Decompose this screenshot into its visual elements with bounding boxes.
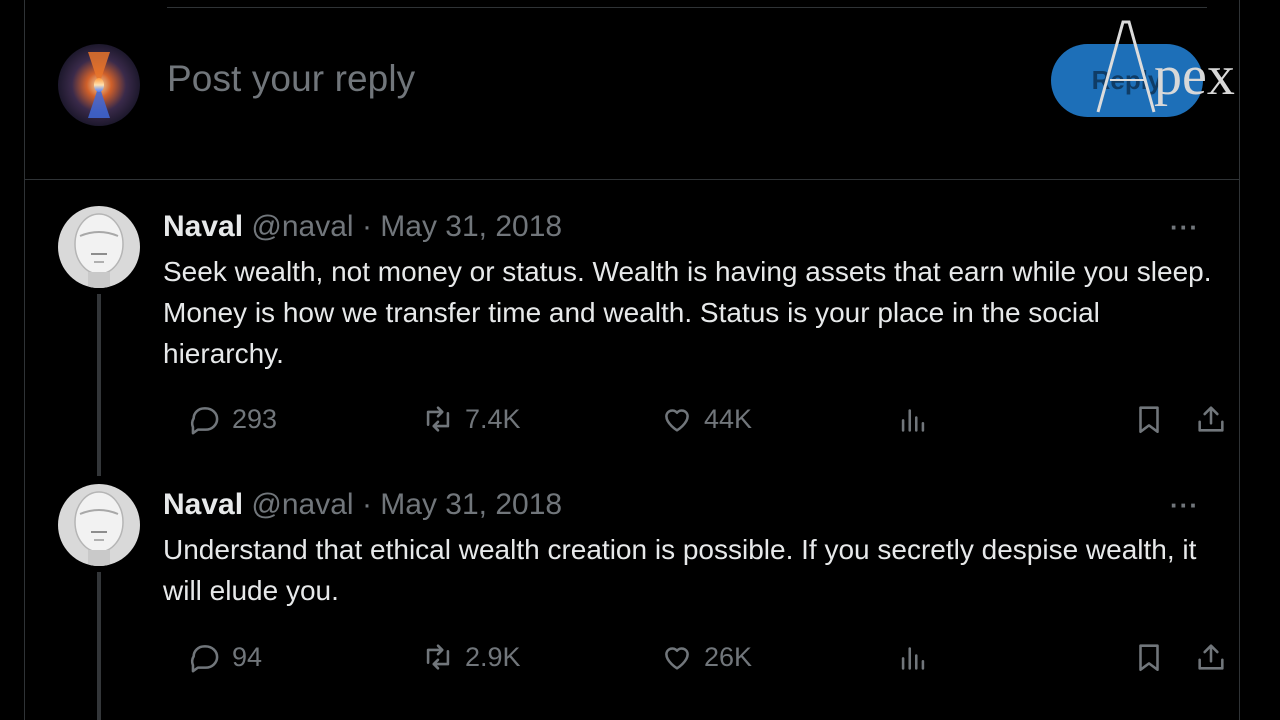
bookmark-action[interactable] bbox=[1132, 637, 1166, 677]
thread-connector bbox=[97, 294, 101, 476]
reply-action[interactable]: 293 bbox=[188, 399, 277, 439]
reply-icon bbox=[190, 407, 219, 435]
bookmark-action[interactable] bbox=[1132, 399, 1166, 439]
post[interactable]: Naval @naval · May 31, 2018 ··· Seek wea… bbox=[25, 180, 1239, 476]
repost-action[interactable]: 2.9K bbox=[421, 637, 521, 677]
author-handle[interactable]: @naval bbox=[251, 488, 353, 521]
post-text: Seek wealth, not money or status. Wealth… bbox=[163, 256, 1212, 369]
repost-count: 7.4K bbox=[465, 403, 521, 434]
author-handle[interactable]: @naval bbox=[251, 210, 353, 243]
post-actions: 293 7.4K 44K bbox=[163, 399, 1224, 439]
analytics-icon bbox=[901, 647, 925, 670]
views-action[interactable] bbox=[896, 637, 930, 677]
separator: · bbox=[361, 488, 372, 521]
repost-action[interactable]: 7.4K bbox=[421, 399, 521, 439]
share-action[interactable] bbox=[1194, 637, 1228, 677]
repost-icon bbox=[426, 644, 450, 670]
author-avatar[interactable] bbox=[58, 484, 140, 566]
thread-connector bbox=[97, 572, 101, 720]
like-action[interactable]: 44K bbox=[660, 399, 752, 439]
post-text: Understand that ethical wealth creation … bbox=[163, 534, 1197, 606]
like-count: 44K bbox=[704, 403, 753, 434]
heart-icon bbox=[665, 409, 689, 432]
author-name[interactable]: Naval bbox=[163, 488, 243, 521]
reply-icon bbox=[190, 645, 219, 673]
more-options-icon[interactable]: ··· bbox=[1170, 490, 1199, 521]
author-name[interactable]: Naval bbox=[163, 210, 243, 243]
like-action[interactable]: 26K bbox=[660, 637, 752, 677]
reply-action[interactable]: 94 bbox=[188, 637, 262, 677]
heart-icon bbox=[665, 647, 689, 670]
repost-icon bbox=[426, 406, 450, 432]
share-icon bbox=[1198, 644, 1224, 670]
separator: · bbox=[361, 210, 372, 243]
views-action[interactable] bbox=[896, 399, 930, 439]
reply-button[interactable]: Reply bbox=[1051, 44, 1203, 117]
post[interactable]: Naval @naval · May 31, 2018 ··· Understa… bbox=[25, 458, 1239, 720]
reply-composer: Post your reply Reply bbox=[25, 0, 1239, 180]
post-date[interactable]: May 31, 2018 bbox=[380, 488, 562, 521]
conversation-timeline: Post your reply Reply Naval @naval · May… bbox=[24, 0, 1240, 720]
like-count: 26K bbox=[704, 641, 753, 672]
reply-input[interactable]: Post your reply bbox=[167, 58, 415, 100]
analytics-icon bbox=[901, 409, 925, 432]
more-options-icon[interactable]: ··· bbox=[1170, 212, 1199, 243]
current-user-avatar[interactable] bbox=[58, 44, 140, 126]
reply-count: 94 bbox=[232, 641, 263, 672]
repost-count: 2.9K bbox=[465, 641, 521, 672]
share-action[interactable] bbox=[1194, 399, 1228, 439]
post-date[interactable]: May 31, 2018 bbox=[380, 210, 562, 243]
share-icon bbox=[1198, 406, 1224, 432]
author-avatar[interactable] bbox=[58, 206, 140, 288]
bookmark-icon bbox=[1139, 644, 1159, 672]
post-header: Naval @naval · May 31, 2018 bbox=[163, 210, 562, 244]
reply-count: 293 bbox=[232, 403, 278, 434]
post-header: Naval @naval · May 31, 2018 bbox=[163, 488, 562, 522]
post-actions: 94 2.9K 26K bbox=[163, 637, 1224, 677]
bookmark-icon bbox=[1139, 406, 1159, 434]
